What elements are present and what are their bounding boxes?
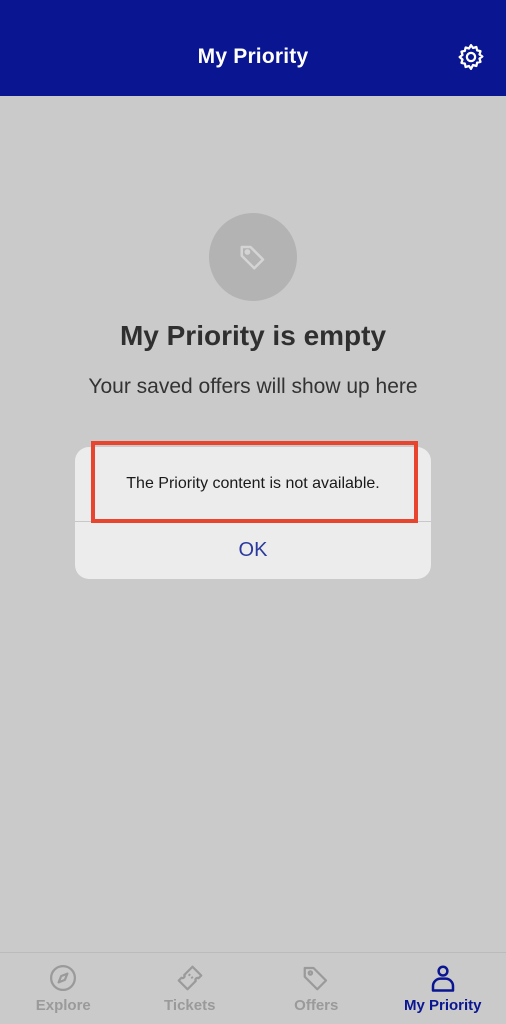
compass-icon — [50, 965, 77, 991]
tab-label: Offers — [294, 997, 339, 1014]
alert-dialog: The Priority content is not available. O… — [75, 447, 431, 579]
tag-icon — [303, 966, 328, 991]
gear-icon[interactable] — [456, 42, 486, 72]
person-icon — [431, 965, 454, 992]
bottom-tab-bar: Explore Tickets Offers My Priority — [0, 952, 506, 1024]
top-nav-bar: My Priority — [0, 0, 506, 96]
tag-icon — [240, 245, 265, 270]
tab-my-priority[interactable]: My Priority — [380, 953, 506, 1024]
tab-offers[interactable]: Offers — [253, 953, 380, 1024]
ok-button[interactable]: OK — [75, 522, 431, 579]
page-title: My Priority — [197, 45, 309, 68]
tab-label: Explore — [35, 997, 91, 1014]
empty-state-badge — [209, 213, 297, 301]
empty-state-subtitle: Your saved offers will show up here — [88, 375, 418, 398]
tab-label: Tickets — [164, 997, 216, 1014]
alert-message: The Priority content is not available. — [126, 475, 380, 492]
tab-tickets[interactable]: Tickets — [127, 953, 254, 1024]
ticket-icon — [177, 965, 203, 991]
empty-state-title: My Priority is empty — [119, 320, 387, 351]
tab-label: My Priority — [403, 997, 482, 1014]
tab-explore[interactable]: Explore — [0, 953, 127, 1024]
